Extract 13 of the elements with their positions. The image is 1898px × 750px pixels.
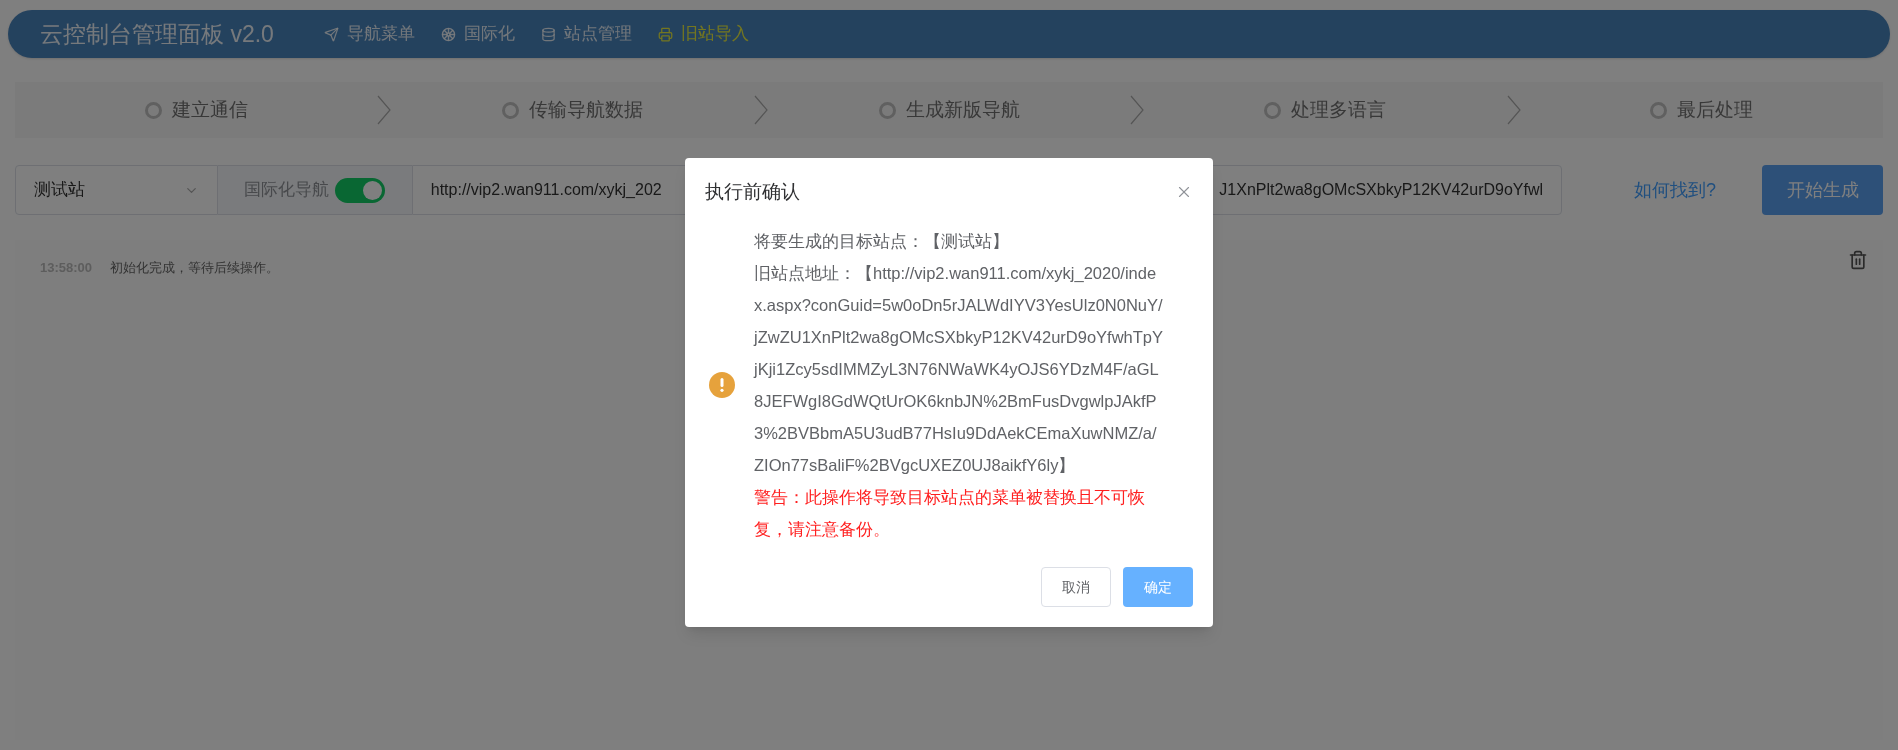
url-text: http://vip2.wan911.com/xykj_202 xyxy=(430,180,662,200)
log-message: 初始化完成，等待后续操作。 xyxy=(110,259,280,277)
step-label: 处理多语言 xyxy=(1291,97,1387,122)
step-label: 最后处理 xyxy=(1677,97,1754,122)
app-title: 云控制台管理面板 v2.0 xyxy=(40,19,274,49)
step-label: 生成新版导航 xyxy=(905,97,1020,122)
dialog-title: 执行前确认 xyxy=(705,180,800,204)
warning-text: 警告：此操作将导致目标站点的菜单被替换且不可恢复，请注意备份。 xyxy=(754,486,1146,540)
step-label: 建立通信 xyxy=(171,97,248,122)
old-address-text: 旧站点地址：【http://vip2.wan911.com/xykj_2020/index.aspx?conGuid=5w0oDn5rJALWdIYV3YesUlz0N0NuY/jZwZU1XnPlt2wa8gOMcSXbkyP12KV42urD9oYfwhTpYjKji1Zcy5sdIMMZyL3N76NWaWK4yOJS6YDzM4F/aGL8JEFWgI8GdWQtUrOK6knbJN%2BmFusDvgwlpJAkfP3%2BVBbmA5U3udB77HsIu9DdAekCEmaXuwNMZ/a/ZIOn77sBaliF%2BVgcUXEZ0UJ8aikfY6ly】 xyxy=(754,262,1164,476)
step-label: 传输导航数据 xyxy=(529,97,644,122)
target-site-text: 将要生成的目标站点：【测试站】 xyxy=(754,230,1010,252)
url-text: J1XnPlt2wa8gOMcSXbkyP12KV42urD9oYfwl xyxy=(1219,180,1544,200)
